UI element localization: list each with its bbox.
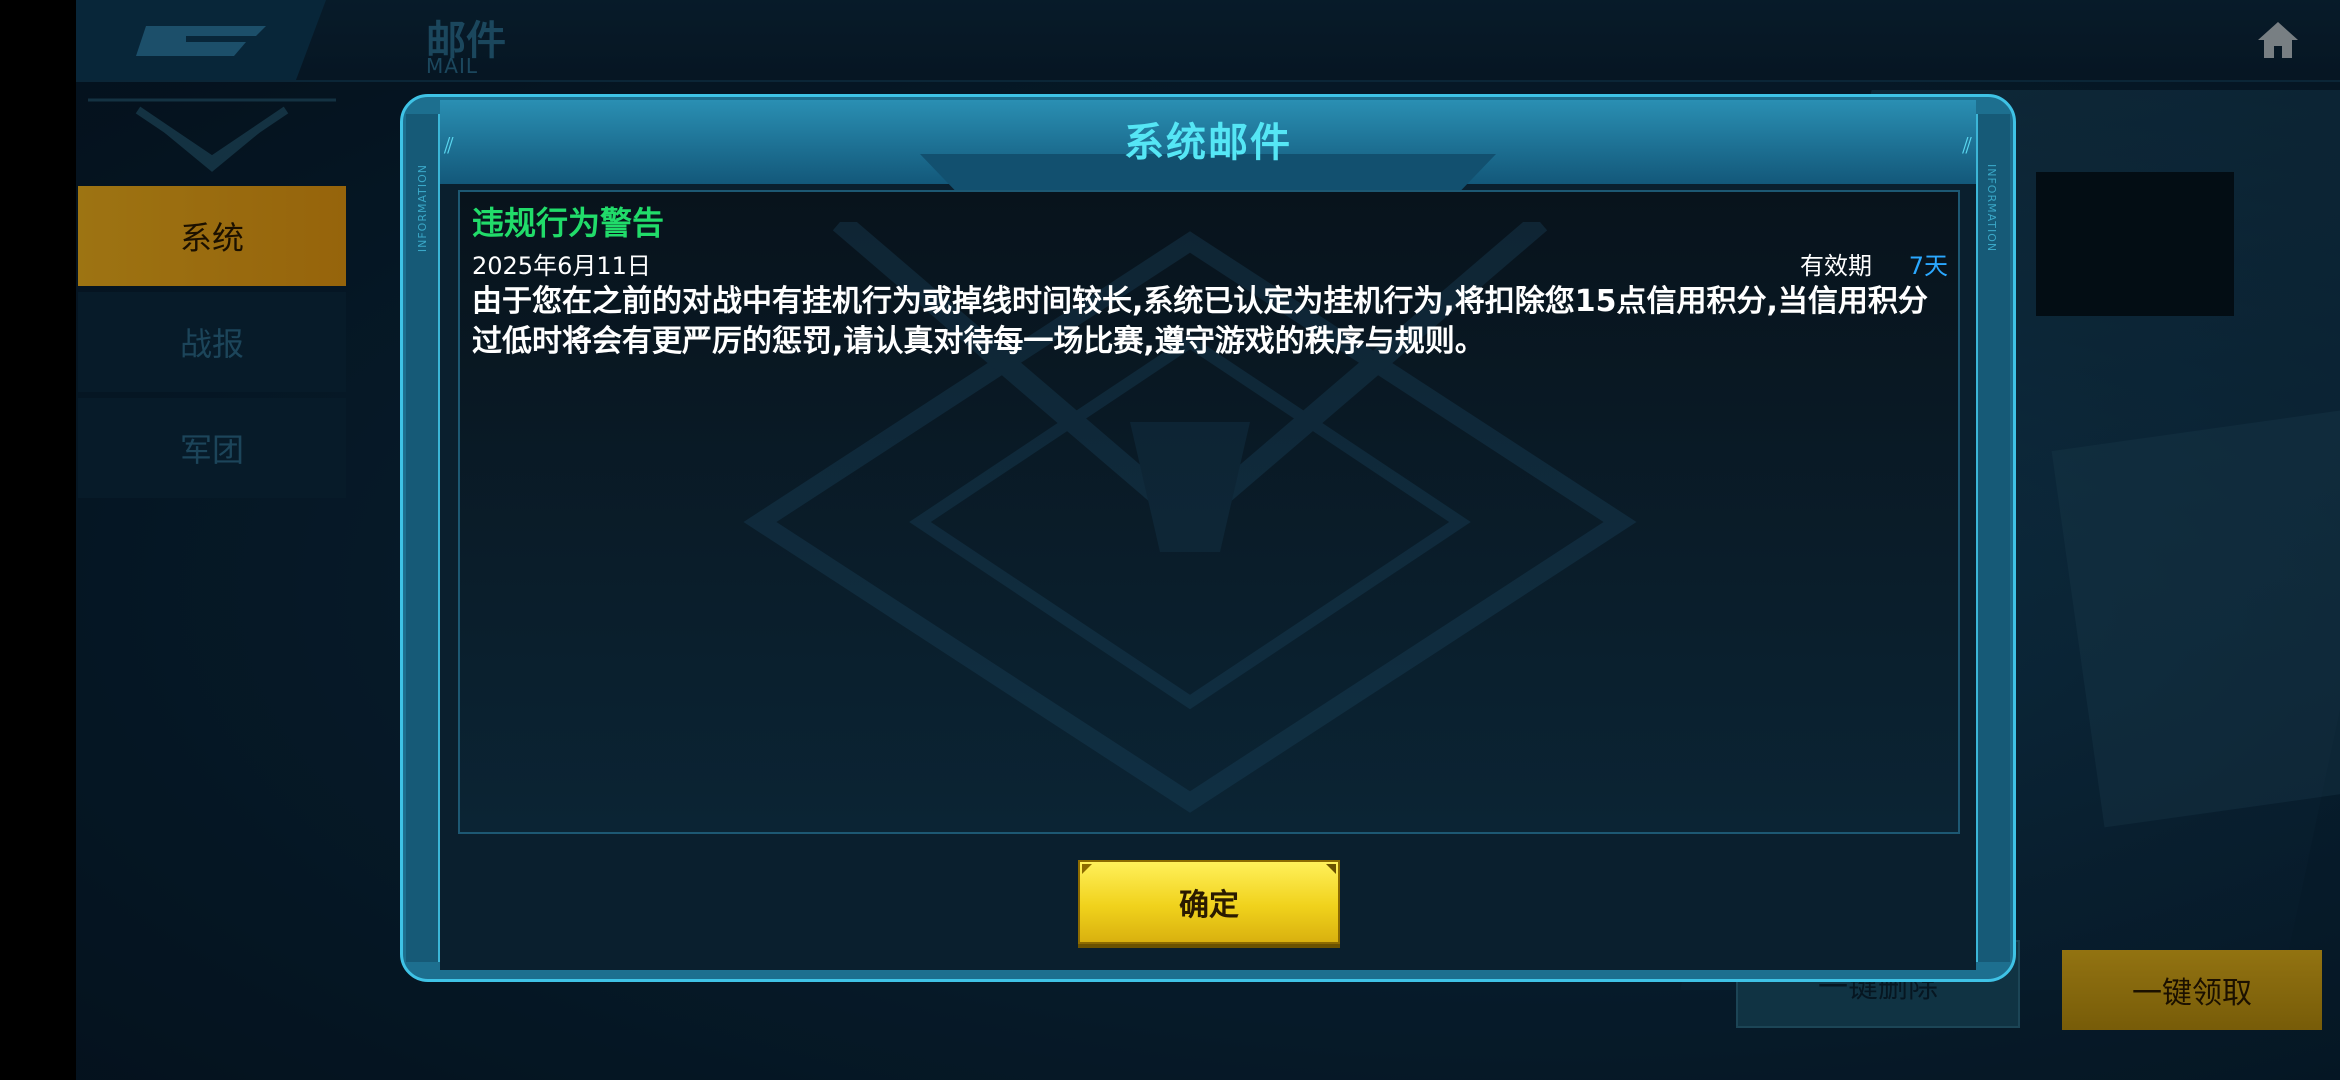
confirm-button-label: 确定 [1179,888,1239,923]
confirm-button[interactable]: 确定 [1078,860,1340,944]
rail-label: INFORMATION [1985,164,1998,253]
validity-value: 7天 [1908,252,1948,280]
corner-decor [1326,864,1336,874]
mail-subject: 违规行为警告 [472,204,665,242]
validity-label: 有效期 [1800,252,1872,280]
rail-label: INFORMATION [416,164,429,253]
system-mail-dialog: INFORMATION INFORMATION ⫽ ⫽ 系统邮件 违规行为警告 … [400,94,2016,982]
dialog-rail-right: INFORMATION [1976,114,2010,962]
mail-body: 由于您在之前的对战中有挂机行为或掉线时间较长,系统已认定为挂机行为,将扣除您15… [472,284,1928,359]
mail-date: 2025年6月11日 [472,252,651,280]
dialog-rail-left: INFORMATION [406,114,440,962]
left-black-bar [0,0,76,1080]
dialog-title: 系统邮件 [1124,120,1292,166]
mail-content: 违规行为警告 2025年6月11日 有效期 7天 由于您在之前的对战中有挂机行为… [458,190,1960,834]
corner-decor [1082,864,1092,874]
